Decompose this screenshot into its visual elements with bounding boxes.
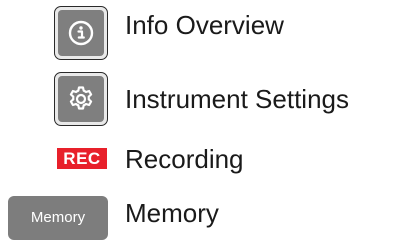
gear-icon	[67, 85, 95, 113]
recording-label: Recording	[125, 144, 244, 174]
info-button[interactable]	[54, 6, 108, 60]
rec-badge: REC	[57, 148, 107, 169]
memory-label: Memory	[125, 198, 219, 228]
memory-button[interactable]: Memory	[8, 196, 108, 240]
settings-button[interactable]	[54, 72, 108, 126]
info-overview-label: Info Overview	[125, 10, 284, 40]
instrument-settings-label: Instrument Settings	[125, 84, 349, 114]
info-icon	[68, 20, 94, 46]
